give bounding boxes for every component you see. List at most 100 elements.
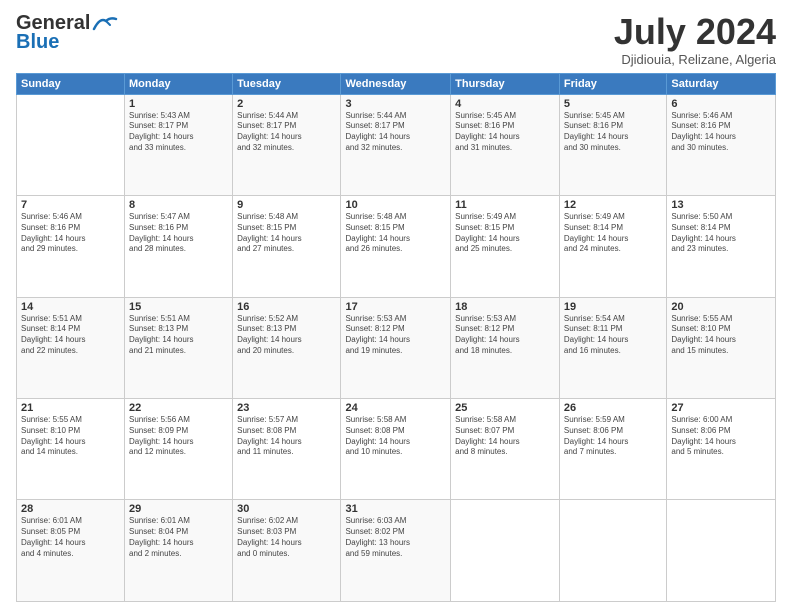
calendar-cell: 20Sunrise: 5:55 AM Sunset: 8:10 PM Dayli… [667, 297, 776, 398]
day-number: 7 [21, 199, 120, 211]
weekday-header-wednesday: Wednesday [341, 73, 451, 94]
calendar-cell: 14Sunrise: 5:51 AM Sunset: 8:14 PM Dayli… [17, 297, 125, 398]
day-number: 28 [21, 503, 120, 515]
logo: General Blue [16, 12, 118, 54]
day-info: Sunrise: 5:55 AM Sunset: 8:10 PM Dayligh… [671, 314, 771, 357]
day-number: 12 [564, 199, 662, 211]
day-number: 2 [237, 98, 336, 110]
calendar-cell: 28Sunrise: 6:01 AM Sunset: 8:05 PM Dayli… [17, 500, 125, 602]
day-info: Sunrise: 5:54 AM Sunset: 8:11 PM Dayligh… [564, 314, 662, 357]
day-info: Sunrise: 5:59 AM Sunset: 8:06 PM Dayligh… [564, 415, 662, 458]
day-number: 30 [237, 503, 336, 515]
day-info: Sunrise: 6:02 AM Sunset: 8:03 PM Dayligh… [237, 516, 336, 559]
day-number: 1 [129, 98, 228, 110]
calendar-header-row: SundayMondayTuesdayWednesdayThursdayFrid… [17, 73, 776, 94]
day-info: Sunrise: 5:58 AM Sunset: 8:08 PM Dayligh… [345, 415, 446, 458]
day-info: Sunrise: 5:48 AM Sunset: 8:15 PM Dayligh… [345, 212, 446, 255]
calendar-cell [17, 94, 125, 195]
day-info: Sunrise: 6:01 AM Sunset: 8:05 PM Dayligh… [21, 516, 120, 559]
calendar-cell: 5Sunrise: 5:45 AM Sunset: 8:16 PM Daylig… [559, 94, 666, 195]
calendar-cell: 13Sunrise: 5:50 AM Sunset: 8:14 PM Dayli… [667, 196, 776, 297]
day-info: Sunrise: 5:45 AM Sunset: 8:16 PM Dayligh… [455, 111, 555, 154]
calendar-cell: 2Sunrise: 5:44 AM Sunset: 8:17 PM Daylig… [233, 94, 341, 195]
day-number: 26 [564, 402, 662, 414]
day-number: 21 [21, 402, 120, 414]
calendar-cell [559, 500, 666, 602]
day-number: 16 [237, 301, 336, 313]
calendar-cell: 30Sunrise: 6:02 AM Sunset: 8:03 PM Dayli… [233, 500, 341, 602]
day-number: 18 [455, 301, 555, 313]
calendar-cell: 24Sunrise: 5:58 AM Sunset: 8:08 PM Dayli… [341, 399, 451, 500]
location: Djidiouia, Relizane, Algeria [614, 52, 776, 67]
calendar-cell: 7Sunrise: 5:46 AM Sunset: 8:16 PM Daylig… [17, 196, 125, 297]
day-info: Sunrise: 6:00 AM Sunset: 8:06 PM Dayligh… [671, 415, 771, 458]
day-info: Sunrise: 5:51 AM Sunset: 8:14 PM Dayligh… [21, 314, 120, 357]
day-info: Sunrise: 5:51 AM Sunset: 8:13 PM Dayligh… [129, 314, 228, 357]
day-info: Sunrise: 5:46 AM Sunset: 8:16 PM Dayligh… [21, 212, 120, 255]
calendar-body: 1Sunrise: 5:43 AM Sunset: 8:17 PM Daylig… [17, 94, 776, 601]
calendar-cell: 17Sunrise: 5:53 AM Sunset: 8:12 PM Dayli… [341, 297, 451, 398]
calendar-cell: 21Sunrise: 5:55 AM Sunset: 8:10 PM Dayli… [17, 399, 125, 500]
day-info: Sunrise: 5:43 AM Sunset: 8:17 PM Dayligh… [129, 111, 228, 154]
calendar-cell: 31Sunrise: 6:03 AM Sunset: 8:02 PM Dayli… [341, 500, 451, 602]
calendar-week-3: 14Sunrise: 5:51 AM Sunset: 8:14 PM Dayli… [17, 297, 776, 398]
weekday-header-friday: Friday [559, 73, 666, 94]
day-info: Sunrise: 5:47 AM Sunset: 8:16 PM Dayligh… [129, 212, 228, 255]
day-number: 3 [345, 98, 446, 110]
calendar-week-1: 1Sunrise: 5:43 AM Sunset: 8:17 PM Daylig… [17, 94, 776, 195]
weekday-header-thursday: Thursday [451, 73, 560, 94]
calendar-week-2: 7Sunrise: 5:46 AM Sunset: 8:16 PM Daylig… [17, 196, 776, 297]
day-number: 22 [129, 402, 228, 414]
weekday-header-saturday: Saturday [667, 73, 776, 94]
weekday-header-monday: Monday [125, 73, 233, 94]
day-number: 31 [345, 503, 446, 515]
day-info: Sunrise: 5:52 AM Sunset: 8:13 PM Dayligh… [237, 314, 336, 357]
calendar-cell [451, 500, 560, 602]
day-number: 27 [671, 402, 771, 414]
calendar-cell: 16Sunrise: 5:52 AM Sunset: 8:13 PM Dayli… [233, 297, 341, 398]
calendar-cell: 8Sunrise: 5:47 AM Sunset: 8:16 PM Daylig… [125, 196, 233, 297]
day-info: Sunrise: 5:55 AM Sunset: 8:10 PM Dayligh… [21, 415, 120, 458]
calendar-cell: 27Sunrise: 6:00 AM Sunset: 8:06 PM Dayli… [667, 399, 776, 500]
day-number: 23 [237, 402, 336, 414]
day-number: 13 [671, 199, 771, 211]
day-number: 8 [129, 199, 228, 211]
calendar-cell: 6Sunrise: 5:46 AM Sunset: 8:16 PM Daylig… [667, 94, 776, 195]
day-number: 14 [21, 301, 120, 313]
day-info: Sunrise: 5:56 AM Sunset: 8:09 PM Dayligh… [129, 415, 228, 458]
day-info: Sunrise: 5:57 AM Sunset: 8:08 PM Dayligh… [237, 415, 336, 458]
day-info: Sunrise: 5:58 AM Sunset: 8:07 PM Dayligh… [455, 415, 555, 458]
calendar-week-5: 28Sunrise: 6:01 AM Sunset: 8:05 PM Dayli… [17, 500, 776, 602]
calendar-cell: 25Sunrise: 5:58 AM Sunset: 8:07 PM Dayli… [451, 399, 560, 500]
calendar-cell: 4Sunrise: 5:45 AM Sunset: 8:16 PM Daylig… [451, 94, 560, 195]
calendar-cell: 12Sunrise: 5:49 AM Sunset: 8:14 PM Dayli… [559, 196, 666, 297]
day-info: Sunrise: 5:44 AM Sunset: 8:17 PM Dayligh… [237, 111, 336, 154]
logo-blue: Blue [16, 31, 59, 54]
weekday-header-sunday: Sunday [17, 73, 125, 94]
title-block: July 2024 Djidiouia, Relizane, Algeria [614, 12, 776, 67]
day-info: Sunrise: 5:49 AM Sunset: 8:15 PM Dayligh… [455, 212, 555, 255]
calendar-cell: 15Sunrise: 5:51 AM Sunset: 8:13 PM Dayli… [125, 297, 233, 398]
day-number: 10 [345, 199, 446, 211]
day-info: Sunrise: 5:53 AM Sunset: 8:12 PM Dayligh… [345, 314, 446, 357]
logo-bird-icon [92, 15, 118, 33]
calendar-cell: 1Sunrise: 5:43 AM Sunset: 8:17 PM Daylig… [125, 94, 233, 195]
month-title: July 2024 [614, 12, 776, 52]
day-number: 11 [455, 199, 555, 211]
day-info: Sunrise: 5:45 AM Sunset: 8:16 PM Dayligh… [564, 111, 662, 154]
day-number: 24 [345, 402, 446, 414]
calendar-cell: 18Sunrise: 5:53 AM Sunset: 8:12 PM Dayli… [451, 297, 560, 398]
day-number: 29 [129, 503, 228, 515]
day-number: 6 [671, 98, 771, 110]
day-number: 5 [564, 98, 662, 110]
day-number: 25 [455, 402, 555, 414]
day-number: 19 [564, 301, 662, 313]
day-number: 20 [671, 301, 771, 313]
day-info: Sunrise: 6:01 AM Sunset: 8:04 PM Dayligh… [129, 516, 228, 559]
weekday-header-tuesday: Tuesday [233, 73, 341, 94]
page-header: General Blue July 2024 Djidiouia, Reliza… [16, 12, 776, 67]
calendar-cell [667, 500, 776, 602]
day-info: Sunrise: 5:46 AM Sunset: 8:16 PM Dayligh… [671, 111, 771, 154]
day-info: Sunrise: 5:50 AM Sunset: 8:14 PM Dayligh… [671, 212, 771, 255]
calendar-table: SundayMondayTuesdayWednesdayThursdayFrid… [16, 73, 776, 602]
